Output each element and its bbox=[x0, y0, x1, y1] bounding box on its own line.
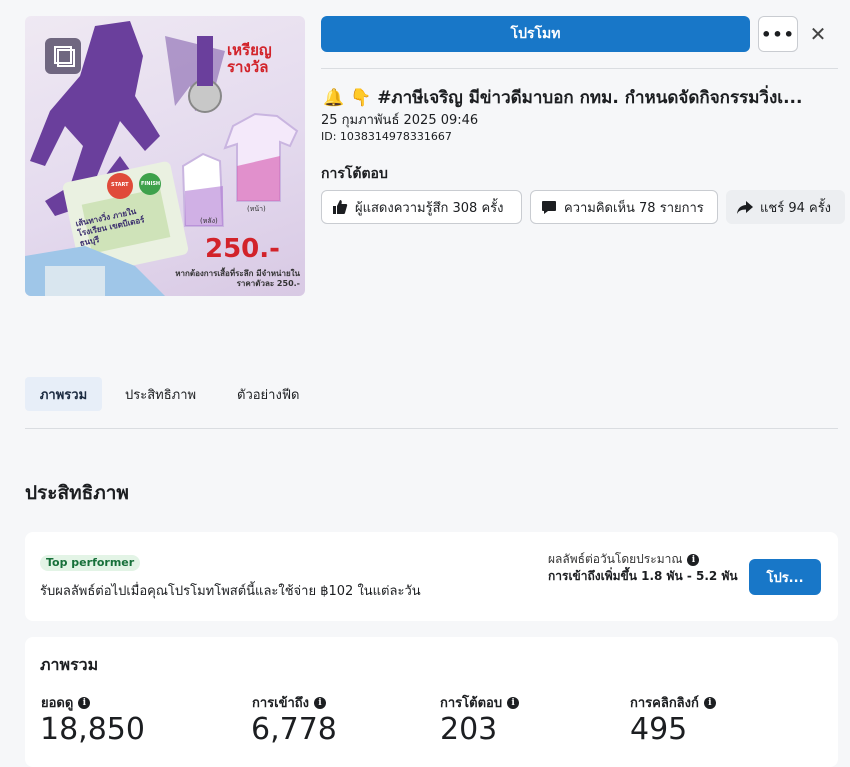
shirt-front-label: (หน้า) bbox=[247, 205, 266, 213]
share-icon bbox=[737, 200, 753, 214]
tab-performance[interactable]: ประสิทธิภาพ bbox=[113, 377, 208, 411]
post-date: 25 กุมภาพันธ์ 2025 09:46 bbox=[321, 113, 479, 128]
shares-button[interactable]: แชร์ 94 ครั้ง bbox=[726, 190, 845, 224]
more-icon: ••• bbox=[761, 24, 795, 44]
close-icon: ✕ bbox=[809, 22, 827, 46]
metric-value-engagement: 203 bbox=[440, 712, 498, 747]
info-icon[interactable]: i bbox=[78, 696, 91, 709]
metric-label-text: การโต้ตอบ bbox=[440, 696, 503, 711]
info-icon[interactable]: i bbox=[314, 696, 327, 709]
post-emoji: 🔔 👇 bbox=[323, 88, 372, 108]
recommendation-text: รับผลลัพธ์ต่อไปเมื่อคุณโปรโมทโพสต์นี้และ… bbox=[40, 584, 421, 599]
post-title-text: #ภาษีเจริญ มีข่าวดีมาบอก กทม. กำหนดจัดกิ… bbox=[377, 88, 803, 108]
metric-label-text: ยอดดู bbox=[41, 696, 74, 711]
comment-icon bbox=[542, 201, 556, 214]
shirt-back-label: (หลัง) bbox=[200, 217, 218, 225]
like-icon bbox=[333, 200, 348, 214]
post-thumbnail[interactable]: เหรียญ รางวัล 250.- หากต้องการเสื้อที่ระ… bbox=[25, 16, 305, 296]
post-id: ID: 1038314978331667 bbox=[321, 130, 452, 143]
header-divider bbox=[321, 68, 838, 69]
metric-label-reach: การเข้าถึง i bbox=[252, 692, 327, 713]
price-text: 250.- bbox=[205, 234, 280, 264]
start-label: START bbox=[111, 182, 129, 188]
shirt-note: หากต้องการเสื้อที่ระลึก มีจำหน่ายในราคาต… bbox=[175, 269, 300, 288]
medal-heading: เหรียญ รางวัล bbox=[227, 41, 272, 76]
tabs-divider bbox=[25, 428, 838, 429]
promote-short-button[interactable]: โปร... bbox=[749, 559, 821, 595]
comments-button[interactable]: ความคิดเห็น 78 รายการ bbox=[530, 190, 718, 224]
metric-label-engagement: การโต้ตอบ i bbox=[440, 692, 520, 713]
comments-label: ความคิดเห็น 78 รายการ bbox=[564, 200, 704, 216]
finish-label: FINISH bbox=[141, 181, 161, 187]
shares-label: แชร์ 94 ครั้ง bbox=[760, 200, 832, 216]
post-title: 🔔 👇 #ภาษีเจริญ มีข่าวดีมาบอก กทม. กำหนดจ… bbox=[323, 84, 833, 111]
reactions-label: ผู้แสดงความรู้สึก 308 ครั้ง bbox=[355, 200, 504, 216]
multi-photo-icon bbox=[45, 38, 81, 74]
top-performer-badge: Top performer bbox=[40, 555, 141, 571]
close-button[interactable]: ✕ bbox=[806, 20, 830, 48]
more-options-button[interactable]: ••• bbox=[758, 16, 798, 52]
metric-value-views: 18,850 bbox=[40, 712, 145, 747]
estimate-value: การเข้าถึงเพิ่มขึ้น 1.8 พัน - 5.2 พัน bbox=[548, 569, 738, 583]
metric-label-link-clicks: การคลิกลิงก์ i bbox=[630, 692, 716, 713]
tab-feed-preview[interactable]: ตัวอย่างฟีด bbox=[225, 377, 311, 411]
metric-value-link-clicks: 495 bbox=[630, 712, 688, 747]
overview-card bbox=[25, 637, 838, 767]
info-icon[interactable]: i bbox=[687, 553, 700, 566]
metric-label-text: การคลิกลิงก์ bbox=[630, 696, 699, 711]
info-icon[interactable]: i bbox=[703, 696, 716, 709]
info-icon[interactable]: i bbox=[507, 696, 520, 709]
metric-value-reach: 6,778 bbox=[251, 712, 337, 747]
tab-overview[interactable]: ภาพรวม bbox=[25, 377, 102, 411]
reactions-button[interactable]: ผู้แสดงความรู้สึก 308 ครั้ง bbox=[321, 190, 522, 224]
promote-button[interactable]: โปรโมท bbox=[321, 16, 750, 52]
engagement-heading: การโต้ตอบ bbox=[321, 166, 388, 182]
performance-heading: ประสิทธิภาพ bbox=[25, 482, 129, 504]
metric-label-text: การเข้าถึง bbox=[252, 696, 310, 711]
overview-heading: ภาพรวม bbox=[40, 655, 99, 674]
metric-label-views: ยอดดู i bbox=[41, 692, 91, 713]
